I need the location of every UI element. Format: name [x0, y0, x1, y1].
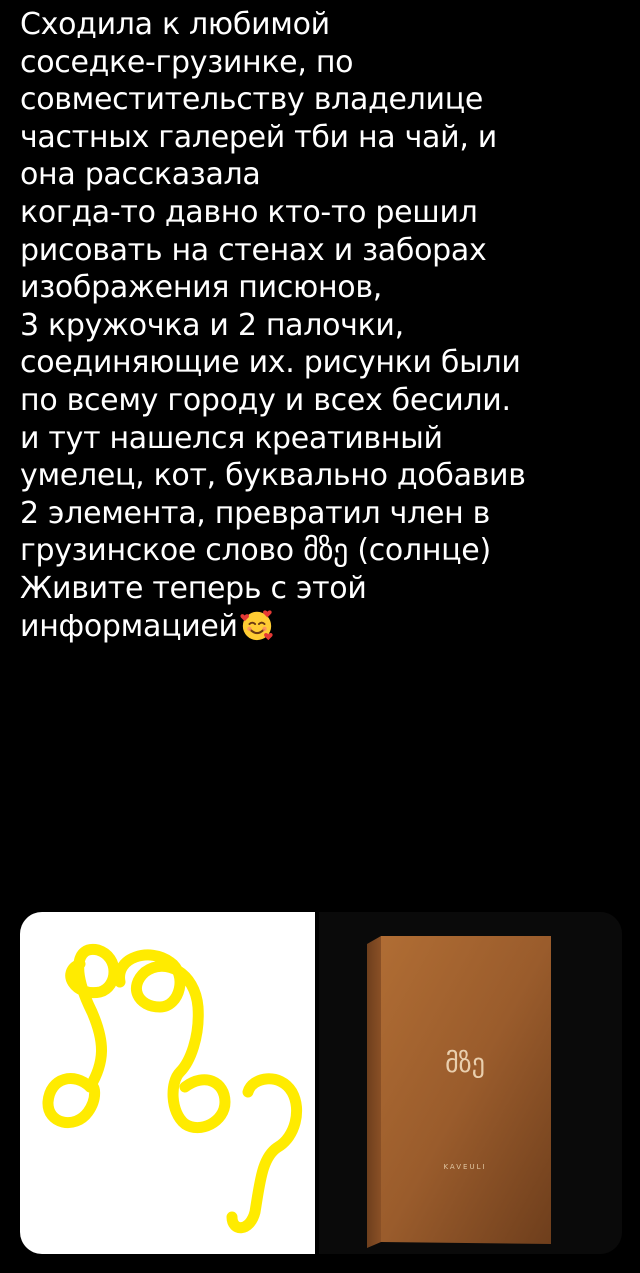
post-line: соседке-грузинке, по — [20, 44, 354, 80]
post-line: и тут нашелся креативный — [20, 420, 443, 456]
post-line-text: информацией — [20, 608, 238, 644]
post-line: изображения писюнов, — [20, 270, 382, 306]
scribble-image[interactable] — [20, 912, 315, 1254]
post-line: грузинское слово მზე (солнце) — [20, 533, 491, 569]
yellow-scribble-drawing — [42, 943, 303, 1234]
product-box-drawing: მზე KAVEULI — [319, 912, 622, 1254]
media-grid[interactable]: მზე KAVEULI — [20, 912, 622, 1254]
post-line: соединяющие их. рисунки были — [20, 345, 521, 381]
post-line: совместительству владелице — [20, 82, 484, 118]
post-line: 2 элемента, превратил член в — [20, 495, 491, 531]
post-line: 3 кружочка и 2 палочки, — [20, 307, 404, 343]
box-brand: KAVEULI — [443, 1163, 486, 1171]
post-line: рисовать на стенах и заборах — [20, 232, 487, 268]
post-line: по всему городу и всех бесили. — [20, 382, 511, 418]
post-line: Живите теперь с этой — [20, 570, 367, 606]
post-line: Сходила к любимой — [20, 7, 330, 42]
post-text: Сходила к любимой соседке-грузинке, по с… — [20, 6, 632, 645]
post-line-last: информацией — [20, 608, 632, 646]
post-line: она рассказала — [20, 157, 261, 193]
smiling-face-with-hearts-icon — [240, 609, 273, 640]
post-line: частных галерей тби на чай, и — [20, 119, 497, 155]
post-line: умелец, кот, буквально добавив — [20, 458, 526, 494]
post-line: когда-то давно кто-то решил — [20, 194, 478, 230]
product-box-image[interactable]: მზე KAVEULI — [319, 912, 622, 1254]
box-logo: მზე — [445, 1049, 485, 1079]
